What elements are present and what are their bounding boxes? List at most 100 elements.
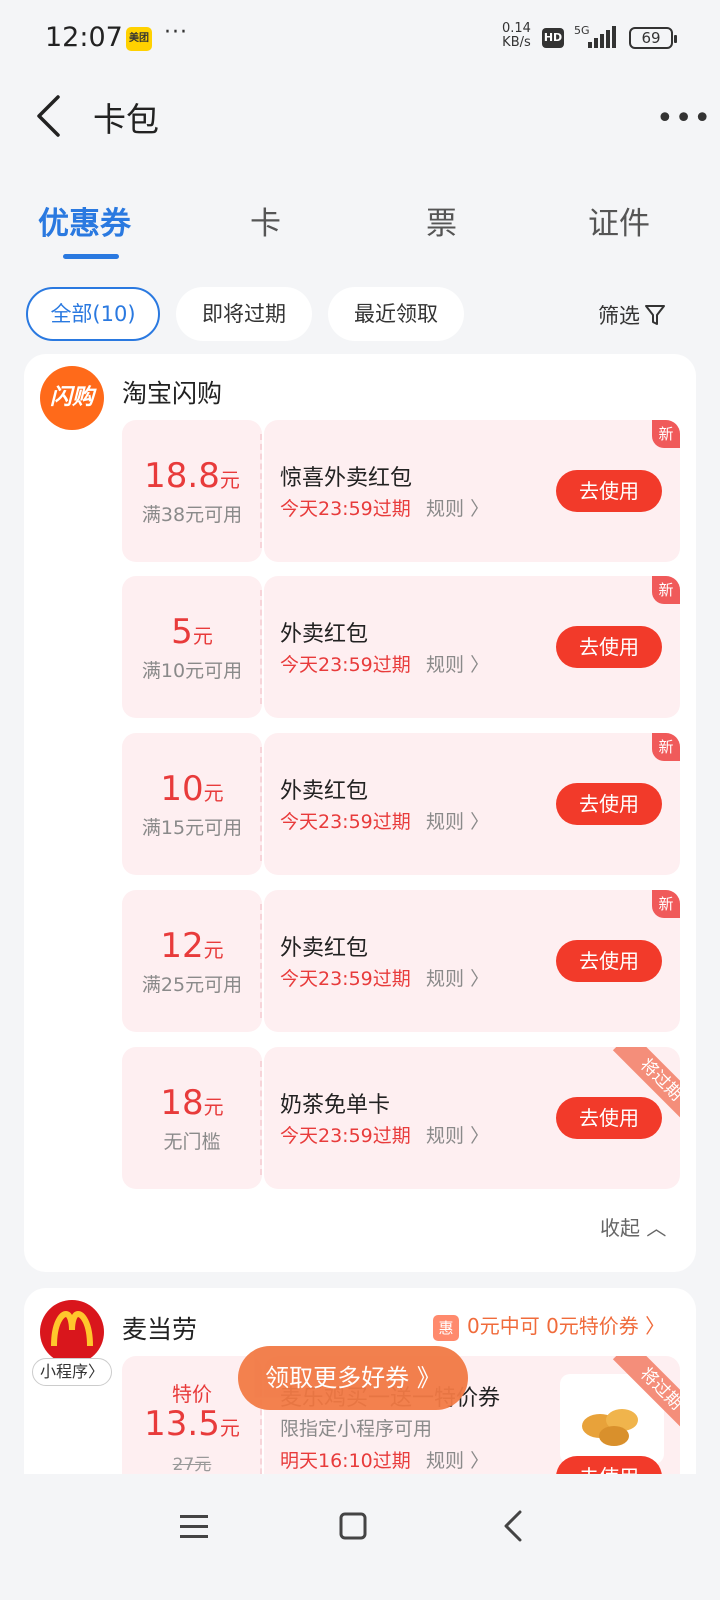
taobao-logo-text: 闪购 (49, 385, 94, 410)
top-navbar: 卡包 ••• (0, 78, 720, 163)
coupon-rule-label: 规则 (426, 1450, 465, 1472)
filter-button[interactable]: 筛选 (598, 300, 666, 330)
chevron-right-icon: 〉 (470, 1450, 490, 1472)
chip-recent[interactable]: 最近领取 (328, 287, 464, 341)
collapse-label: 收起 (600, 1216, 640, 1240)
tab-tickets[interactable]: 票 (426, 198, 457, 243)
golden-arches-icon (51, 1310, 93, 1347)
new-badge: 新 (652, 576, 680, 604)
coupon-amount: 13.5元 (122, 1404, 262, 1444)
coupon-amount-panel: 12元 满25元可用 (122, 890, 262, 1032)
tab-cards[interactable]: 卡 (250, 198, 281, 243)
page-title: 卡包 (93, 100, 159, 139)
coupon-amount-panel: 10元 满15元可用 (122, 733, 262, 875)
mcd-promo-text: 0元中可 0元特价券 (467, 1314, 639, 1338)
coupon-amount-unit: 元 (219, 468, 240, 492)
use-coupon-button[interactable]: 去使用 (556, 470, 662, 512)
chip-expiring[interactable]: 即将过期 (176, 287, 312, 341)
coupon-expire: 今天23:59过期 (280, 811, 411, 833)
mcd-promo-link[interactable]: 惠 0元中可 0元特价券 〉 (433, 1310, 665, 1341)
filter-label: 筛选 (598, 304, 640, 328)
coupon-amount-unit: 元 (192, 624, 213, 648)
coupon-info-panel: 外卖红包 今天23:59过期 规则 〉 去使用 新 (264, 890, 680, 1032)
battery-icon: 69 (629, 27, 677, 49)
meituan-app-icon: 美团 (126, 27, 152, 51)
use-coupon-button[interactable]: 去使用 (556, 783, 662, 825)
funnel-icon (645, 305, 665, 325)
coupon-info-panel: 惊喜外卖红包 今天23:59过期 规则 〉 去使用 新 (264, 420, 680, 562)
coupon-subtitle: 限指定小程序可用 (280, 1418, 433, 1440)
chip-all[interactable]: 全部(10) (26, 287, 160, 341)
coupon-amount-value: 18.8 (144, 456, 220, 496)
coupon-rule-link[interactable]: 规则 〉 (426, 494, 489, 521)
menu-icon[interactable] (174, 1506, 214, 1546)
back-arrow-icon[interactable] (34, 94, 64, 138)
chevron-right-icon: 〉 (470, 1125, 490, 1147)
coupon-rule-link[interactable]: 规则 〉 (426, 1121, 489, 1148)
coupon-amount: 18.8元 (122, 456, 262, 496)
coupon-rule-label: 规则 (426, 1125, 465, 1147)
coupon-item: 18.8元 满38元可用 惊喜外卖红包 今天23:59过期 规则 〉 去使用 新 (122, 420, 680, 562)
coupon-amount-value: 13.5 (144, 1404, 220, 1444)
collapse-button[interactable]: 收起 ︿ (600, 1212, 666, 1241)
expiring-ribbon-label: 将过期 (612, 1047, 680, 1123)
coupon-amount: 10元 (122, 769, 262, 809)
brand-name: 麦当劳 (122, 1315, 198, 1344)
coupon-info-panel: 外卖红包 今天23:59过期 规则 〉 去使用 新 (264, 733, 680, 875)
taobao-coupon-group: 闪购 淘宝闪购 18.8元 满38元可用 惊喜外卖红包 今天23:59过期 规则… (24, 354, 696, 1272)
chevron-right-icon: 〉 (88, 1362, 105, 1381)
coupon-amount-value: 12 (160, 926, 204, 966)
coupon-condition: 满15元可用 (141, 817, 243, 839)
coupon-amount-unit: 元 (203, 938, 224, 962)
original-price: 27元 (172, 1455, 212, 1475)
coupon-amount-unit: 元 (219, 1416, 240, 1440)
network-speed-unit: KB/s (502, 35, 531, 50)
coupon-info-panel: 外卖红包 今天23:59过期 规则 〉 去使用 新 (264, 576, 680, 718)
coupon-item: 18元 无门槛 奶茶免单卡 今天23:59过期 规则 〉 去使用 将过期 (122, 1047, 680, 1189)
new-badge: 新 (652, 733, 680, 761)
more-notifications-icon: ··· (164, 20, 188, 45)
chevron-right-icon: 〉 (470, 498, 490, 520)
brand-name: 淘宝闪购 (122, 379, 223, 408)
network-speed: 0.14 KB/s (502, 22, 531, 50)
coupon-amount-unit: 元 (203, 1095, 224, 1119)
coupon-rule-label: 规则 (426, 811, 465, 833)
mcdonalds-logo (40, 1300, 104, 1364)
chevron-up-icon: ︿ (646, 1216, 667, 1240)
expiring-ribbon: 将过期 (604, 1356, 680, 1432)
back-icon[interactable] (494, 1506, 534, 1546)
use-coupon-button[interactable]: 去使用 (556, 626, 662, 668)
coupon-expire: 明天16:10过期 (280, 1450, 411, 1472)
coupon-title: 奶茶免单卡 (280, 1093, 391, 1118)
coupon-amount-panel: 18.8元 满38元可用 (122, 420, 262, 562)
coupon-rule-link[interactable]: 规则 〉 (426, 807, 489, 834)
coupon-info-panel: 奶茶免单卡 今天23:59过期 规则 〉 去使用 将过期 (264, 1047, 680, 1189)
coupon-expire: 今天23:59过期 (280, 968, 411, 990)
mini-program-tag[interactable]: 小程序〉 (32, 1358, 112, 1386)
coupon-rule-link[interactable]: 规则 〉 (426, 650, 489, 677)
coupon-amount: 5元 (122, 612, 262, 652)
tab-coupons[interactable]: 优惠券 (38, 198, 131, 243)
home-icon[interactable] (333, 1506, 373, 1546)
coupon-rule-link[interactable]: 规则 〉 (426, 1446, 489, 1473)
coupon-item: 10元 满15元可用 外卖红包 今天23:59过期 规则 〉 去使用 新 (122, 733, 680, 875)
status-bar: 12:07 美团 ··· 0.14 KB/s HD 5G 69 (0, 0, 720, 78)
get-more-coupons-button[interactable]: 领取更多好券 》 (238, 1346, 468, 1410)
coupon-rule-label: 规则 (426, 968, 465, 990)
coupon-amount-value: 5 (171, 612, 193, 652)
coupon-item: 5元 满10元可用 外卖红包 今天23:59过期 规则 〉 去使用 新 (122, 576, 680, 718)
use-coupon-button[interactable]: 去使用 (556, 940, 662, 982)
tab-documents[interactable]: 证件 (588, 198, 650, 243)
new-badge: 新 (652, 890, 680, 918)
coupon-rule-label: 规则 (426, 498, 465, 520)
coupon-condition: 满25元可用 (141, 974, 243, 996)
coupon-condition: 满10元可用 (141, 660, 243, 682)
network-speed-value: 0.14 (502, 21, 531, 36)
signal-icon: 5G (574, 24, 616, 48)
coupon-rule-link[interactable]: 规则 〉 (426, 964, 489, 991)
active-tab-indicator (63, 254, 119, 259)
coupon-amount-unit: 元 (203, 781, 224, 805)
more-options-icon[interactable]: ••• (656, 101, 712, 136)
coupon-amount-value: 10 (160, 769, 204, 809)
status-time: 12:07 (45, 22, 123, 53)
